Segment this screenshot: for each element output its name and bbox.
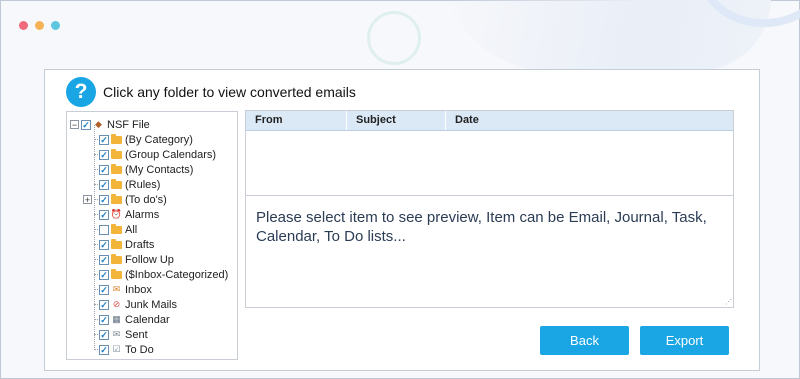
tree-item[interactable]: All [99,222,137,237]
alarm-clock-icon: ⏰ [110,209,123,219]
tree-item[interactable]: ✓ (Group Calendars) [99,147,216,162]
junk-mail-icon: ⊘ [112,299,121,309]
folder-label: (Rules) [125,178,161,191]
tree-root-nsf-file[interactable]: − ✓ ◆ NSF File [70,117,150,132]
inbox-icon: ✉ [112,284,121,294]
tree-item[interactable]: ✓ ☑ To Do [99,342,154,357]
folder-icon [111,133,122,145]
folder-checkbox[interactable]: ✓ [99,149,109,160]
app-window: ? Click any folder to view converted ema… [0,0,800,379]
export-button[interactable]: Export [640,326,729,355]
tree-guide-line [94,125,95,350]
folder-selection-panel: ? Click any folder to view converted ema… [44,69,760,371]
folder-checkbox[interactable]: ✓ [99,179,109,190]
folder-checkbox[interactable]: ✓ [99,299,109,310]
folder-checkbox[interactable]: ✓ [99,254,109,265]
folder-checkbox[interactable]: ✓ [99,239,109,250]
tree-item[interactable]: ✓ ⏰ Alarms [99,207,159,222]
minimize-dot[interactable] [35,21,44,30]
folder-label: Sent [125,328,148,341]
folder-icon [111,148,122,160]
folder-checkbox[interactable]: ✓ [99,209,109,220]
email-list-grid[interactable]: From Subject Date [245,110,734,196]
folder-label: ($Inbox-Categorized) [125,268,229,281]
folder-checkbox[interactable]: ✓ [99,284,109,295]
folder-label: All [125,223,138,236]
background-ring-small [367,11,421,65]
calendar-icon: ▦ [112,314,121,324]
tree-item[interactable]: ✓ Drafts [99,237,154,252]
tree-item[interactable]: + ✓ (To do's) [83,192,167,207]
folder-label: To Do [125,343,154,356]
folder-icon [111,178,122,190]
folder-checkbox[interactable]: ✓ [99,269,109,280]
close-dot[interactable] [19,21,28,30]
tree-item[interactable]: ✓ (My Contacts) [99,162,193,177]
folder-checkbox[interactable]: ✓ [99,314,109,325]
folder-icon [111,193,122,205]
folder-checkbox[interactable]: ✓ [99,194,109,205]
nsf-file-icon: ◆ [95,119,102,129]
folder-tree[interactable]: − ✓ ◆ NSF File ✓ (By Category) ✓ (Group Calenda… [66,111,238,360]
folder-icon [111,253,122,265]
folder-label: NSF File [107,118,150,131]
folder-label: (By Category) [125,133,193,146]
folder-checkbox[interactable]: ✓ [99,164,109,175]
folder-icon [111,163,122,175]
panel-title: Click any folder to view converted email… [103,84,356,100]
sent-icon: ✉ [112,329,121,339]
folder-label: Drafts [125,238,155,251]
column-subject[interactable]: Subject [347,111,446,130]
grid-header: From Subject Date [246,111,733,131]
back-button[interactable]: Back [540,326,629,355]
tree-item[interactable]: ✓ ✉ Inbox [99,282,152,297]
tree-item[interactable]: ✓ ▦ Calendar [99,312,170,327]
preview-message: Please select item to see preview, Item … [256,209,707,245]
collapse-icon[interactable]: − [70,120,79,130]
resize-grip-icon[interactable]: ⋰ [725,298,732,306]
folder-label: Junk Mails [125,298,177,311]
folder-checkbox[interactable]: ✓ [81,119,91,130]
folder-icon [111,223,122,235]
tree-item[interactable]: ✓ ($Inbox-Categorized) [99,267,228,282]
folder-checkbox[interactable]: ✓ [99,344,109,355]
folder-checkbox[interactable]: ✓ [99,134,109,145]
column-date[interactable]: Date [446,111,733,130]
folder-label: (To do's) [125,193,167,206]
folder-label: Follow Up [125,253,174,266]
tree-item[interactable]: ✓ ✉ Sent [99,327,148,342]
folder-label: Alarms [125,208,160,221]
folder-label: Calendar [125,313,170,326]
folder-label: (Group Calendars) [125,148,217,161]
tree-item[interactable]: ✓ Follow Up [99,252,174,267]
folder-label: (My Contacts) [125,163,194,176]
tree-item[interactable]: ✓ (By Category) [99,132,193,147]
folder-icon [111,238,122,250]
folder-label: Inbox [125,283,152,296]
folder-icon [111,268,122,280]
tree-item[interactable]: ✓ ⊘ Junk Mails [99,297,177,312]
tree-item[interactable]: ✓ (Rules) [99,177,160,192]
column-from[interactable]: From [246,111,347,130]
window-controls [19,21,60,30]
folder-checkbox[interactable]: ✓ [99,329,109,340]
maximize-dot[interactable] [51,21,60,30]
folder-checkbox[interactable] [99,224,109,235]
todo-icon: ☑ [112,344,121,354]
preview-pane: Please select item to see preview, Item … [245,195,734,308]
help-icon[interactable]: ? [66,77,96,107]
expand-icon[interactable]: + [83,195,92,205]
